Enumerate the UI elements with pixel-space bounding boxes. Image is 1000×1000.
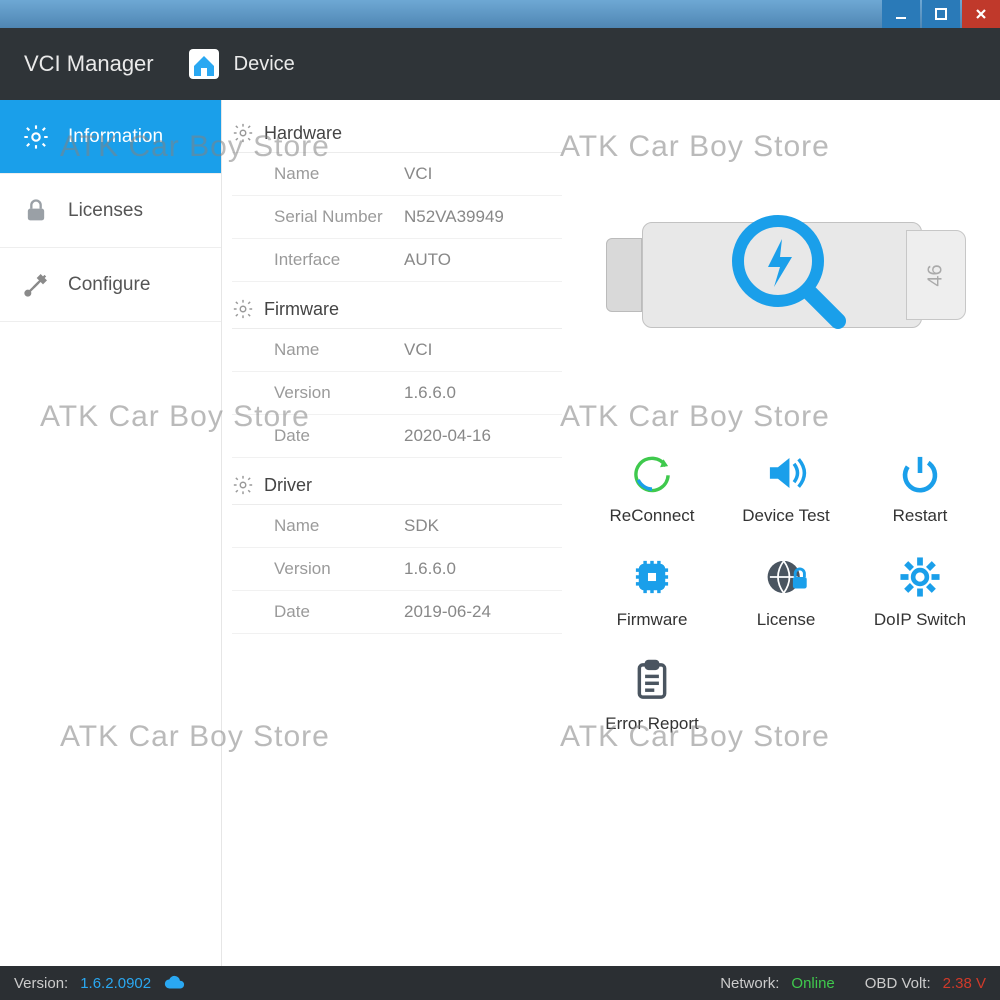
close-icon xyxy=(974,7,988,21)
report-icon xyxy=(629,658,675,704)
value-interface: AUTO xyxy=(404,250,451,270)
reconnect-button[interactable]: ReConnect xyxy=(609,450,694,526)
label: Interface xyxy=(274,250,404,270)
version-value: 1.6.2.0902 xyxy=(80,975,151,992)
action-label: DoIP Switch xyxy=(874,610,966,630)
status-bar: Version: 1.6.2.0902 Network: Online OBD … xyxy=(0,966,1000,1000)
action-label: Restart xyxy=(893,506,948,526)
label: Version xyxy=(274,559,404,579)
gear-icon xyxy=(897,554,943,600)
content-area: Hardware NameVCI Serial NumberN52VA39949… xyxy=(222,100,1000,966)
sidebar-item-configure[interactable]: Configure xyxy=(0,248,221,322)
magnifier-lightning-icon xyxy=(726,209,846,329)
device-actions: ReConnect Device Test Restart Firmware xyxy=(590,450,982,734)
action-label: Firmware xyxy=(617,610,688,630)
label: Serial Number xyxy=(274,207,404,227)
action-label: Device Test xyxy=(742,506,830,526)
value-firmware-version: 1.6.6.0 xyxy=(404,383,456,403)
sidebar: Information Licenses Configure xyxy=(0,100,222,966)
cloud-icon xyxy=(163,972,185,994)
obd-value: 2.38 V xyxy=(943,975,986,992)
value-serial: N52VA39949 xyxy=(404,207,504,227)
sidebar-item-information[interactable]: Information xyxy=(0,100,221,174)
value-hardware-name: VCI xyxy=(404,164,432,184)
minimize-button[interactable] xyxy=(882,0,920,28)
network-label: Network: xyxy=(720,975,779,992)
tab-device-label: Device xyxy=(234,53,295,76)
action-label: License xyxy=(757,610,816,630)
obd-label: OBD Volt: xyxy=(865,975,931,992)
globe-lock-icon xyxy=(763,554,809,600)
section-driver: Driver NameSDK Version1.6.6.0 Date2019-0… xyxy=(232,464,562,634)
section-hardware: Hardware NameVCI Serial NumberN52VA39949… xyxy=(232,112,562,282)
label: Name xyxy=(274,164,404,184)
value-firmware-date: 2020-04-16 xyxy=(404,426,491,446)
value-driver-version: 1.6.6.0 xyxy=(404,559,456,579)
app-window: VCI Manager Device Information Licen xyxy=(0,0,1000,1000)
device-test-button[interactable]: Device Test xyxy=(742,450,830,526)
section-gear-icon xyxy=(232,474,254,496)
restart-button[interactable]: Restart xyxy=(893,450,948,526)
label: Name xyxy=(274,516,404,536)
device-badge-number: 46 xyxy=(925,264,948,286)
device-panel: 46 ReConnect Device Test xyxy=(572,100,1000,966)
app-body: Information Licenses Configure xyxy=(0,100,1000,966)
maximize-button[interactable] xyxy=(922,0,960,28)
power-icon xyxy=(897,450,943,496)
doip-switch-button[interactable]: DoIP Switch xyxy=(874,554,966,630)
license-button[interactable]: License xyxy=(757,554,816,630)
section-gear-icon xyxy=(232,298,254,320)
reconnect-icon xyxy=(629,450,675,496)
section-gear-icon xyxy=(232,122,254,144)
label: Version xyxy=(274,383,404,403)
section-title: Hardware xyxy=(264,123,342,144)
action-label: ReConnect xyxy=(609,506,694,526)
value-firmware-name: VCI xyxy=(404,340,432,360)
window-titlebar xyxy=(0,0,1000,28)
value-driver-name: SDK xyxy=(404,516,439,536)
section-title: Driver xyxy=(264,475,312,496)
tools-icon xyxy=(22,271,50,299)
gear-icon xyxy=(22,123,50,151)
close-button[interactable] xyxy=(962,0,1000,28)
sidebar-item-label: Configure xyxy=(68,274,150,296)
home-icon xyxy=(186,46,222,82)
firmware-button[interactable]: Firmware xyxy=(617,554,688,630)
app-header: VCI Manager Device xyxy=(0,28,1000,100)
version-label: Version: xyxy=(14,975,68,992)
tab-device[interactable]: Device xyxy=(186,46,295,82)
maximize-icon xyxy=(934,7,948,21)
lock-icon xyxy=(22,197,50,225)
device-image: 46 xyxy=(590,120,982,430)
sidebar-item-label: Information xyxy=(68,126,163,148)
section-firmware: Firmware NameVCI Version1.6.6.0 Date2020… xyxy=(232,288,562,458)
label: Date xyxy=(274,426,404,446)
app-title: VCI Manager xyxy=(24,51,154,77)
information-panel: Hardware NameVCI Serial NumberN52VA39949… xyxy=(222,100,572,966)
label: Name xyxy=(274,340,404,360)
chip-icon xyxy=(629,554,675,600)
value-driver-date: 2019-06-24 xyxy=(404,602,491,622)
minimize-icon xyxy=(894,7,908,21)
section-title: Firmware xyxy=(264,299,339,320)
error-report-button[interactable]: Error Report xyxy=(605,658,699,734)
action-label: Error Report xyxy=(605,714,699,734)
network-status: Online xyxy=(791,975,834,992)
label: Date xyxy=(274,602,404,622)
sidebar-item-label: Licenses xyxy=(68,200,143,222)
sidebar-item-licenses[interactable]: Licenses xyxy=(0,174,221,248)
speaker-icon xyxy=(763,450,809,496)
